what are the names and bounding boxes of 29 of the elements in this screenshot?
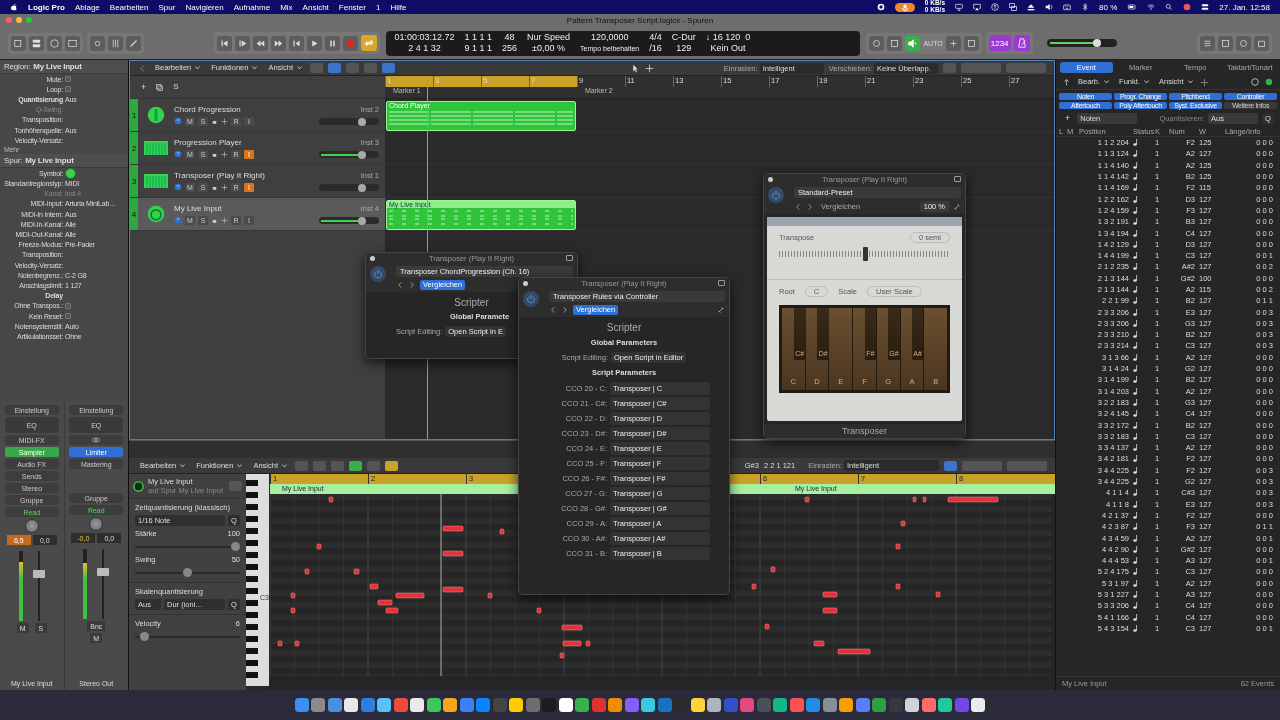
- lcd-value: C-Dur: [671, 32, 696, 43]
- lcd-value: 256: [502, 43, 518, 54]
- track-name: Chord Progression: [174, 104, 242, 114]
- window-title: Pattern Transposer Script.logicx - Spuren: [566, 15, 714, 25]
- section-title: My Live Input: [25, 156, 74, 166]
- lcd-value: 129: [676, 43, 692, 54]
- plugin-name: Scripter: [454, 296, 489, 308]
- plugin-name: Transposer: [764, 424, 965, 438]
- lcd-value: 9 1 1 1: [464, 43, 493, 54]
- clock: 27. Jan. 12:58: [1219, 2, 1270, 12]
- lcd-value: Nur Speed: [527, 32, 571, 43]
- lcd-value: 48: [504, 32, 515, 43]
- lcd-value: 2 4 1 32: [408, 43, 441, 54]
- track-name: Progression Player: [174, 137, 243, 147]
- lcd-value: /16: [649, 43, 662, 54]
- track-name: Transposer (Play It Right): [174, 170, 266, 180]
- lcd-value: ±0,00 %: [532, 43, 566, 54]
- plugin-name: Scripter: [606, 321, 642, 333]
- lcd-value: 01:00:03:12.72: [394, 32, 455, 43]
- battery-percent: 80 %: [1099, 2, 1118, 12]
- lcd-value: 1 1 1 1: [464, 32, 493, 43]
- section-label: Spur:: [4, 156, 23, 166]
- section-label: Region:: [4, 62, 31, 71]
- lcd-value: 4/4: [649, 32, 662, 43]
- lcd-value: 120,0000: [590, 32, 629, 43]
- track-name: My Live Input: [174, 203, 223, 213]
- lcd-value: Kein Out: [710, 43, 746, 54]
- section-title: My Live Input: [33, 62, 82, 71]
- lcd-value: ↓ 16 120 0: [705, 32, 751, 43]
